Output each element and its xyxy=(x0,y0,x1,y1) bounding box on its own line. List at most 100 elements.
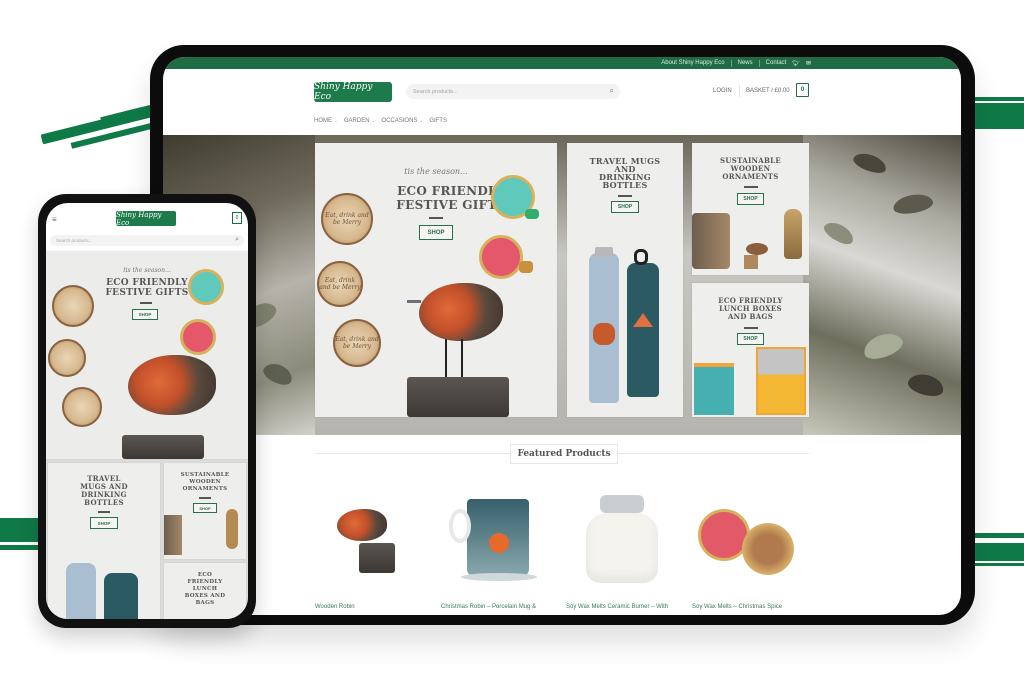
robin-ornament-image xyxy=(128,355,216,415)
product-name[interactable]: Soy Wax Melts – Christmas Spice xyxy=(692,604,782,610)
basket-link[interactable]: BASKET / £0.00 xyxy=(746,88,790,94)
main-nav: HOME ⌄ GARDEN ⌄ OCCASIONS ⌄ GIFTS xyxy=(314,118,447,124)
wax-melt-image xyxy=(525,209,539,219)
coaster-text: Eat, drink and be Merry xyxy=(319,277,361,291)
brush-stroke xyxy=(970,103,1024,129)
topbar-link-about[interactable]: About Shiny Happy Eco xyxy=(661,60,724,66)
shop-button[interactable]: SHOP xyxy=(737,333,764,345)
promo-wooden-ornaments[interactable]: SUSTAINABLE WOODEN ORNAMENTS SHOP xyxy=(692,143,809,275)
wax-melt-tin-image xyxy=(479,235,523,279)
burner-dish xyxy=(600,495,644,513)
product-card[interactable]: Soy Wax Melts – Christmas Spice xyxy=(692,487,810,610)
product-image[interactable] xyxy=(441,487,559,595)
burner-image xyxy=(586,513,658,583)
shop-button[interactable]: SHOP xyxy=(611,201,639,213)
product-name[interactable]: Wooden Robin xyxy=(315,604,355,610)
promo-travel-mugs[interactable]: TRAVEL MUGS AND DRINKING BOTTLES SHOP xyxy=(48,463,160,619)
hamburger-menu-icon[interactable]: ≡ xyxy=(52,215,57,224)
shop-button[interactable]: SHOP xyxy=(419,225,453,240)
mobile-site: ≡ Shiny Happy Eco 0 Search products... ⌕… xyxy=(46,203,248,619)
product-image[interactable] xyxy=(692,487,810,595)
product-image[interactable] xyxy=(315,487,433,595)
divider xyxy=(140,302,152,304)
divider xyxy=(744,186,758,188)
promo-lunch-boxes[interactable]: ECO FRIENDLY LUNCH BOXES AND BAGS SHOP xyxy=(692,283,809,417)
promo-title-line: ECO xyxy=(197,572,213,578)
product-card[interactable]: Soy Wax Melts Ceramic Burner – With xyxy=(566,487,684,610)
water-bottle-image xyxy=(66,563,96,619)
divider xyxy=(739,85,740,97)
shop-button[interactable]: SHOP xyxy=(193,503,217,513)
product-name[interactable]: Christmas Robin – Porcelain Mug & xyxy=(441,604,536,610)
tablet-device: About Shiny Happy Eco News Contact 🐦︎ ✉ … xyxy=(150,45,975,625)
email-icon[interactable]: ✉ xyxy=(806,60,811,67)
topbar-link-news[interactable]: News xyxy=(738,60,753,66)
promo-wooden-ornaments[interactable]: SUSTAINABLE WOODEN ORNAMENTS SHOP xyxy=(164,463,246,559)
shop-button[interactable]: SHOP xyxy=(132,309,158,320)
hero-banner: tis the season... ECO FRIENDLY FESTIVE G… xyxy=(163,135,961,435)
divider xyxy=(758,59,760,67)
shop-button[interactable]: SHOP xyxy=(90,517,118,529)
desktop-site: About Shiny Happy Eco News Contact 🐦︎ ✉ … xyxy=(163,57,961,615)
divider xyxy=(744,327,758,329)
wooden-coaster-image: Eat, drink and be Merry xyxy=(333,319,381,367)
promo-title-line: SUSTAINABLE xyxy=(180,472,230,478)
wooden-coaster-image xyxy=(52,285,94,327)
mobile-logo[interactable]: Shiny Happy Eco xyxy=(116,211,176,227)
divider xyxy=(199,497,211,499)
product-image[interactable] xyxy=(566,487,684,595)
basket-icon[interactable]: 0 xyxy=(232,212,242,224)
basket-icon[interactable]: 0 xyxy=(796,83,809,97)
lunch-box-image xyxy=(756,347,806,415)
product-card[interactable]: Christmas Robin – Porcelain Mug & xyxy=(441,487,559,610)
promo-title-line: BOTTLES xyxy=(602,180,648,190)
duck-ornament-image xyxy=(784,209,802,259)
promo-lunch-boxes[interactable]: ECO FRIENDLY LUNCH BOXES AND BAGS xyxy=(164,563,246,619)
lunch-bag-image xyxy=(694,363,734,415)
twitter-icon[interactable]: 🐦︎ xyxy=(792,60,800,67)
promo-travel-mugs[interactable]: TRAVEL MUGS AND DRINKING BOTTLES SHOP xyxy=(567,143,683,417)
wooden-coaster-image xyxy=(62,387,102,427)
product-name[interactable]: Soy Wax Melts Ceramic Burner – With xyxy=(566,604,668,610)
wood-block-image xyxy=(744,255,758,269)
nav-item-occasions[interactable]: OCCASIONS ⌄ xyxy=(381,118,423,124)
search-input[interactable]: Search products... ⌕ xyxy=(406,84,620,99)
wood-stump-image xyxy=(122,435,204,459)
topbar-link-contact[interactable]: Contact xyxy=(766,60,787,66)
promo-festive-gifts[interactable]: tis the season... ECO FRIENDLY FESTIVE G… xyxy=(315,143,557,417)
search-icon[interactable]: ⌕ xyxy=(235,236,239,244)
search-placeholder: Search products... xyxy=(56,238,93,243)
login-link[interactable]: LOGIN xyxy=(713,88,732,94)
top-bar: About Shiny Happy Eco News Contact 🐦︎ ✉ xyxy=(163,57,961,69)
stump-image xyxy=(359,543,395,573)
promo-title-line: WOODEN xyxy=(189,479,221,485)
bottle-cap xyxy=(595,247,613,257)
brush-stroke xyxy=(0,518,42,542)
product-card[interactable]: Wooden Robin xyxy=(315,487,433,610)
mobile-search-input[interactable]: Search products... ⌕ xyxy=(50,235,244,246)
robin-beak xyxy=(407,300,421,303)
promo-title-line: BOTTLES xyxy=(84,498,124,507)
nav-item-garden[interactable]: GARDEN ⌄ xyxy=(344,118,376,124)
wooden-coaster-image: Eat, drink and be Merry xyxy=(317,261,363,307)
nav-label: HOME xyxy=(314,118,332,124)
robin-image xyxy=(337,509,387,541)
search-icon[interactable]: ⌕ xyxy=(610,86,614,96)
chevron-down-icon: ⌄ xyxy=(333,118,338,124)
divider xyxy=(429,217,443,219)
chevron-down-icon: ⌄ xyxy=(419,118,424,124)
shop-button[interactable]: SHOP xyxy=(737,193,764,205)
nav-item-home[interactable]: HOME ⌄ xyxy=(314,118,338,124)
site-logo[interactable]: Shiny Happy Eco xyxy=(314,82,392,102)
nav-label: OCCASIONS xyxy=(381,118,418,124)
mug-handle xyxy=(449,509,471,543)
duck-ornament-image xyxy=(226,509,238,549)
promo-title-line: AND BAGS xyxy=(727,312,774,321)
promo-festive-gifts[interactable]: tis the season... ECO FRIENDLY FESTIVE G… xyxy=(46,251,248,459)
adventure-bottle-image xyxy=(104,573,138,619)
wooden-coaster-image xyxy=(48,339,86,377)
robin-leg xyxy=(445,339,447,379)
nav-item-gifts[interactable]: GIFTS xyxy=(429,118,447,124)
chevron-down-icon: ⌄ xyxy=(371,118,376,124)
coaster-text: Eat, drink and be Merry xyxy=(335,336,379,350)
